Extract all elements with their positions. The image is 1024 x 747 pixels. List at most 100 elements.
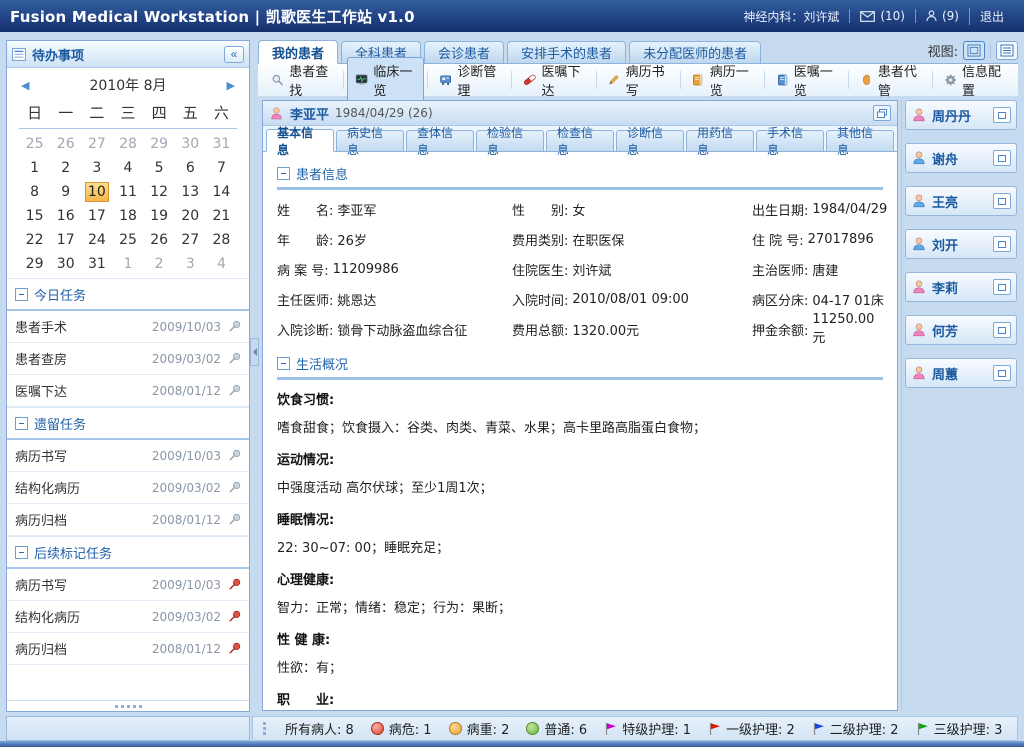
calendar-day[interactable]: 9 [50, 180, 81, 204]
gray-pin-icon[interactable] [228, 384, 241, 397]
record-overview-button[interactable]: 病历一览 [683, 57, 760, 103]
task-item[interactable]: 患者查房 2009/03/02 [7, 343, 249, 375]
gray-pin-icon[interactable] [228, 513, 241, 526]
patient-card-liukai[interactable]: 刘开 [905, 229, 1017, 259]
calendar-day[interactable]: 3 [175, 252, 206, 276]
task-item[interactable]: 结构化病历 2009/03/02 [7, 472, 249, 504]
collapse-panel-button[interactable]: « [224, 46, 244, 63]
panel-resize-grip[interactable] [7, 700, 249, 711]
order-overview-button[interactable]: 医嘱一览 [768, 57, 845, 103]
calendar-day-today[interactable]: 10 [81, 180, 112, 204]
calendar-day[interactable]: 25 [19, 132, 50, 156]
calendar-day[interactable]: 8 [19, 180, 50, 204]
calendar-day[interactable]: 29 [144, 132, 175, 156]
calendar-day[interactable]: 18 [112, 204, 143, 228]
calendar-day[interactable]: 31 [81, 252, 112, 276]
open-window-button[interactable] [993, 236, 1011, 252]
tab-diagnosis-info[interactable]: 诊断信息 [616, 130, 684, 151]
panel-splitter[interactable] [250, 338, 259, 366]
open-window-button[interactable] [993, 193, 1011, 209]
patient-card-lili[interactable]: 李莉 [905, 272, 1017, 302]
calendar-day[interactable]: 19 [144, 204, 175, 228]
life-overview-section-header[interactable]: 生活概况 [277, 350, 883, 380]
tab-basic-info[interactable]: 基本信息 [266, 129, 334, 152]
task-item[interactable]: 患者手术 2009/10/03 [7, 311, 249, 343]
calendar-day[interactable]: 1 [112, 252, 143, 276]
task-item[interactable]: 病历归档 2008/01/12 [7, 633, 249, 665]
patient-card-hefang[interactable]: 何芳 [905, 315, 1017, 345]
prev-month-button[interactable]: ◀ [19, 79, 31, 92]
tab-exam-info[interactable]: 查体信息 [406, 130, 474, 151]
tab-history-info[interactable]: 病史信息 [336, 130, 404, 151]
calendar-day[interactable]: 3 [81, 156, 112, 180]
clinical-overview-button[interactable]: 临床一览 [347, 57, 424, 103]
open-window-button[interactable] [993, 150, 1011, 166]
patient-proxy-button[interactable]: 患者代管 [852, 57, 929, 103]
logout-button[interactable]: 退出 [969, 8, 1014, 25]
tab-medication-info[interactable]: 用药信息 [686, 130, 754, 151]
calendar-day[interactable]: 27 [81, 132, 112, 156]
gray-pin-icon[interactable] [228, 449, 241, 462]
task-item[interactable]: 医嘱下达 2008/01/12 [7, 375, 249, 407]
restore-window-button[interactable] [873, 105, 891, 121]
tab-other-info[interactable]: 其他信息 [826, 130, 894, 151]
calendar-day[interactable]: 17 [81, 204, 112, 228]
calendar-day[interactable]: 30 [50, 252, 81, 276]
patient-card-zhouhui[interactable]: 周蕙 [905, 358, 1017, 388]
calendar-day[interactable]: 6 [175, 156, 206, 180]
calendar-day[interactable]: 28 [206, 228, 237, 252]
calendar-day[interactable]: 21 [206, 204, 237, 228]
calendar-day[interactable]: 27 [175, 228, 206, 252]
task-item[interactable]: 结构化病历 2009/03/02 [7, 601, 249, 633]
calendar-day[interactable]: 4 [206, 252, 237, 276]
calendar-day[interactable]: 11 [112, 180, 143, 204]
open-window-button[interactable] [993, 107, 1011, 123]
open-window-button[interactable] [993, 322, 1011, 338]
mail-indicator[interactable]: (10) [849, 9, 915, 23]
inbox-indicator[interactable]: (9) [915, 9, 969, 23]
patient-card-zhoudandan[interactable]: 周丹丹 [905, 100, 1017, 130]
statusbar-grip[interactable] [263, 722, 266, 735]
calendar-day[interactable]: 13 [175, 180, 206, 204]
task-item[interactable]: 病历书写 2009/10/03 [7, 569, 249, 601]
open-window-button[interactable] [993, 365, 1011, 381]
tab-check-info[interactable]: 检查信息 [546, 130, 614, 151]
section-header[interactable]: 后续标记任务 [7, 536, 249, 569]
calendar-day[interactable]: 26 [50, 132, 81, 156]
tab-lab-info[interactable]: 检验信息 [476, 130, 544, 151]
calendar-day[interactable]: 31 [206, 132, 237, 156]
calendar-day[interactable]: 5 [144, 156, 175, 180]
calendar-day[interactable]: 4 [112, 156, 143, 180]
calendar-day[interactable]: 12 [144, 180, 175, 204]
tab-surgery-info[interactable]: 手术信息 [756, 130, 824, 151]
calendar-day[interactable]: 2 [50, 156, 81, 180]
calendar-day[interactable]: 26 [144, 228, 175, 252]
calendar-day[interactable]: 25 [112, 228, 143, 252]
next-month-button[interactable]: ▶ [225, 79, 237, 92]
task-item[interactable]: 病历归档 2008/01/12 [7, 504, 249, 536]
section-header[interactable]: 遗留任务 [7, 407, 249, 440]
gray-pin-icon[interactable] [228, 352, 241, 365]
calendar-day[interactable]: 14 [206, 180, 237, 204]
section-header[interactable]: 今日任务 [7, 278, 249, 311]
calendar-day[interactable]: 2 [144, 252, 175, 276]
patient-card-wangliang[interactable]: 王亮 [905, 186, 1017, 216]
info-config-button[interactable]: 信息配置 [936, 57, 1013, 103]
red-pin-icon[interactable] [228, 610, 241, 623]
gray-pin-icon[interactable] [228, 481, 241, 494]
tab-my-patients[interactable]: 我的患者 [258, 40, 338, 64]
record-write-button[interactable]: 病历书写 [599, 57, 676, 103]
red-pin-icon[interactable] [228, 578, 241, 591]
diagnosis-manage-button[interactable]: 诊断管理 [431, 57, 508, 103]
calendar-day[interactable]: 17 [50, 228, 81, 252]
patient-card-xiezhou[interactable]: 谢舟 [905, 143, 1017, 173]
patient-info-section-header[interactable]: 患者信息 [277, 160, 883, 190]
task-item[interactable]: 病历书写 2009/10/03 [7, 440, 249, 472]
red-pin-icon[interactable] [228, 642, 241, 655]
calendar-day[interactable]: 24 [81, 228, 112, 252]
calendar-day[interactable]: 20 [175, 204, 206, 228]
calendar-day[interactable]: 7 [206, 156, 237, 180]
open-window-button[interactable] [993, 279, 1011, 295]
calendar-day[interactable]: 29 [19, 252, 50, 276]
gray-pin-icon[interactable] [228, 320, 241, 333]
